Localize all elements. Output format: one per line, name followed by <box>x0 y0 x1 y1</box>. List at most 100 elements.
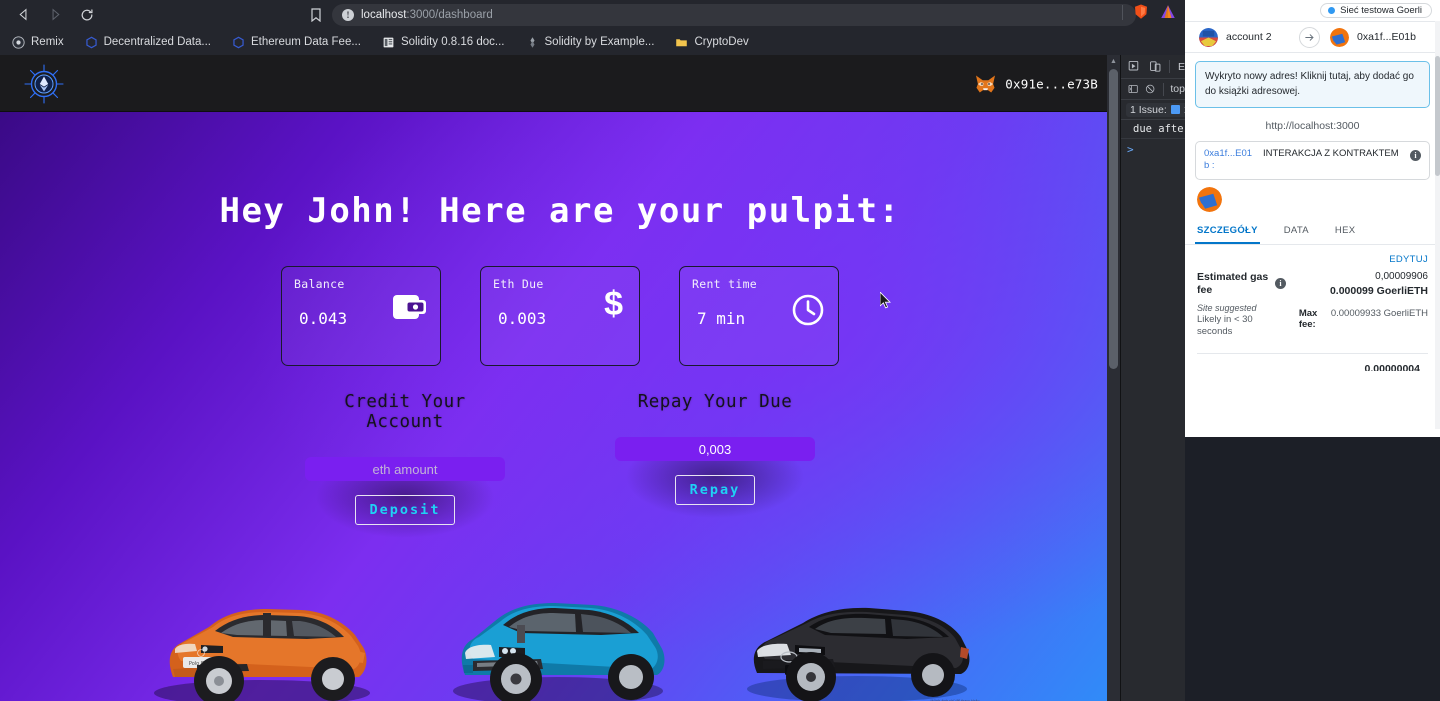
chainlink-icon <box>233 36 244 48</box>
issues-count-label: 1 Issue: <box>1130 103 1167 116</box>
metamask-popup: Sieć testowa Goerli account 2 0xa1f...E0… <box>1185 0 1440 437</box>
console-sidebar-icon[interactable] <box>1128 83 1138 95</box>
car-vw-polo[interactable]: Polo SE <box>137 565 387 701</box>
new-address-notice[interactable]: Wykryto nowy adres! Kliknij tutaj, aby d… <box>1195 61 1430 108</box>
metamask-tabs: SZCZEGÓŁY DATA HEX <box>1185 220 1440 245</box>
total-amount-partial: 0.00000004 <box>1364 362 1420 371</box>
form-title: Repay Your Due <box>637 392 793 412</box>
console-prompt[interactable]: > <box>1121 139 1185 159</box>
from-account-name: account 2 <box>1226 31 1272 43</box>
inspect-element-icon[interactable] <box>1128 60 1141 73</box>
repay-amount-input[interactable] <box>615 437 815 461</box>
toolbar-divider <box>1122 4 1123 20</box>
bookmark-solidity-docs[interactable]: Solidity 0.8.16 doc... <box>378 34 509 51</box>
forward-icon <box>44 4 66 26</box>
console-toolbar: top <box>1121 79 1185 100</box>
brave-shield-icon[interactable] <box>1132 3 1150 21</box>
docs-icon <box>383 37 394 47</box>
car-hyundai-tucson[interactable]: Tucson <box>433 565 683 701</box>
info-icon[interactable]: i <box>1410 150 1421 161</box>
bookmark-ethereum-data-feed[interactable]: Ethereum Data Fee... <box>228 34 365 51</box>
issues-bar[interactable]: 1 Issue: 1 <box>1121 100 1185 120</box>
page-scrollbar[interactable]: ▲ <box>1107 55 1120 701</box>
bookmark-label: Ethereum Data Fee... <box>250 36 361 48</box>
gas-fee-native: 0.000099 GoerliETH <box>1329 284 1428 297</box>
app-header: 0x91e...e73B <box>0 55 1120 112</box>
from-account[interactable]: account 2 <box>1185 27 1295 47</box>
clear-console-icon[interactable] <box>1145 83 1155 95</box>
deposit-button[interactable]: Deposit <box>354 495 456 525</box>
network-selector[interactable]: Sieć testowa Goerli <box>1320 3 1432 18</box>
network-status-dot <box>1328 7 1336 14</box>
bookmark-label: Solidity by Example... <box>544 36 655 48</box>
edit-gas-button[interactable]: EDYTUJ <box>1185 245 1440 265</box>
site-info-icon[interactable]: ! <box>342 9 354 21</box>
solidity-icon <box>529 36 535 48</box>
page-title: Hey John! Here are your pulpit: <box>219 191 901 231</box>
network-name: Sieć testowa Goerli <box>1340 5 1422 16</box>
section-divider <box>1197 352 1428 354</box>
connected-wallet[interactable]: 0x91e...e73B <box>975 74 1098 93</box>
scrollbar-thumb[interactable] <box>1109 69 1118 369</box>
card-title: Balance <box>294 277 345 291</box>
transfer-arrow-icon <box>1299 26 1320 48</box>
bookmark-solidity-by-example[interactable]: Solidity by Example... <box>522 34 659 51</box>
address-bar-area: ! localhost:3000/dashboard <box>306 4 1136 26</box>
reload-icon[interactable] <box>76 4 98 26</box>
gas-site-suggested: Site suggested <box>1197 302 1257 313</box>
device-toolbar-icon[interactable] <box>1149 60 1162 73</box>
car-toyota-corolla-altis[interactable]: COROLLA ALTIS *Hình ảnh chỉ để tham khảo <box>729 565 984 701</box>
bookmark-label: Remix <box>31 36 64 48</box>
form-repay-due: Repay Your Due Repay <box>591 392 839 536</box>
bookmark-folder-cryptodev[interactable]: CryptoDev <box>671 34 752 51</box>
metamask-scrollbar[interactable] <box>1435 21 1440 429</box>
issues-chip[interactable]: 1 Issue: 1 <box>1126 102 1185 117</box>
bookmark-icon[interactable] <box>306 5 326 25</box>
input-glow: Deposit <box>281 440 529 554</box>
tab-details[interactable]: SZCZEGÓŁY <box>1195 220 1260 244</box>
transaction-accounts-row: account 2 0xa1f...E01b <box>1185 21 1440 53</box>
card-balance: Balance 0.043 <box>281 266 441 366</box>
bookmark-label: CryptoDev <box>694 36 749 48</box>
extension-toolbar <box>1122 3 1177 21</box>
tab-data[interactable]: DATA <box>1282 220 1311 244</box>
scroll-up-arrow[interactable]: ▲ <box>1107 55 1120 68</box>
address-bar[interactable]: ! localhost:3000/dashboard <box>332 4 1136 26</box>
deposit-amount-input[interactable] <box>305 457 505 481</box>
console-context-label[interactable]: top <box>1170 83 1185 95</box>
bookmark-decentralized-data[interactable]: Decentralized Data... <box>81 34 215 51</box>
contract-address[interactable]: 0xa1f...E01b : <box>1204 148 1256 173</box>
toolbar-divider <box>1169 60 1170 73</box>
to-account[interactable]: 0xa1f...E01b <box>1320 27 1430 47</box>
devtools-tab-label[interactable]: E <box>1178 61 1185 73</box>
url-text: localhost:3000/dashboard <box>361 9 493 21</box>
bookmark-remix[interactable]: Remix <box>8 34 68 51</box>
ethereum-logo[interactable] <box>22 62 66 106</box>
devtools-toolbar: E <box>1121 55 1185 79</box>
repay-button[interactable]: Repay <box>674 475 756 505</box>
dollar-icon: $ <box>604 285 623 323</box>
tab-hex[interactable]: HEX <box>1333 220 1357 244</box>
from-account-avatar <box>1199 27 1218 47</box>
car-gallery: Polo SE *Hình ảnh chỉ để tham khảo <box>0 565 1120 701</box>
browser-toolbar: ! localhost:3000/dashboard <box>0 0 1185 29</box>
form-credit-account: Credit Your Account Deposit <box>281 392 529 554</box>
card-title: Rent time <box>692 277 758 291</box>
metamask-icon[interactable] <box>1159 3 1177 21</box>
issue-badge-icon <box>1170 105 1180 114</box>
stats-cards: Balance 0.043 Eth Due 0.003 $ Rent time … <box>0 266 1120 366</box>
transaction-origin: http://localhost:3000 <box>1265 120 1360 132</box>
gas-fee-values: 0,00009906 0.000099 GoerliETH Max fee: 0… <box>1292 271 1428 331</box>
clock-icon <box>791 293 825 327</box>
gas-fee-title: Estimated gas fee <box>1197 270 1269 296</box>
contract-avatar <box>1197 186 1222 212</box>
gas-info-icon[interactable]: i <box>1275 277 1286 289</box>
metamask-scrollbar-thumb[interactable] <box>1435 56 1440 176</box>
input-glow: Repay <box>591 420 839 534</box>
console-log-line: due after <box>1121 120 1185 139</box>
browser-chrome: ! localhost:3000/dashboard Remix Decentr… <box>0 0 1185 55</box>
gas-fee-labels: Estimated gas fee Site suggested Likely … <box>1197 271 1269 339</box>
wallet-address: 0x91e...e73B <box>1005 76 1098 91</box>
hero-section: Hey John! Here are your pulpit: Balance … <box>0 112 1120 701</box>
back-icon[interactable] <box>12 4 34 26</box>
